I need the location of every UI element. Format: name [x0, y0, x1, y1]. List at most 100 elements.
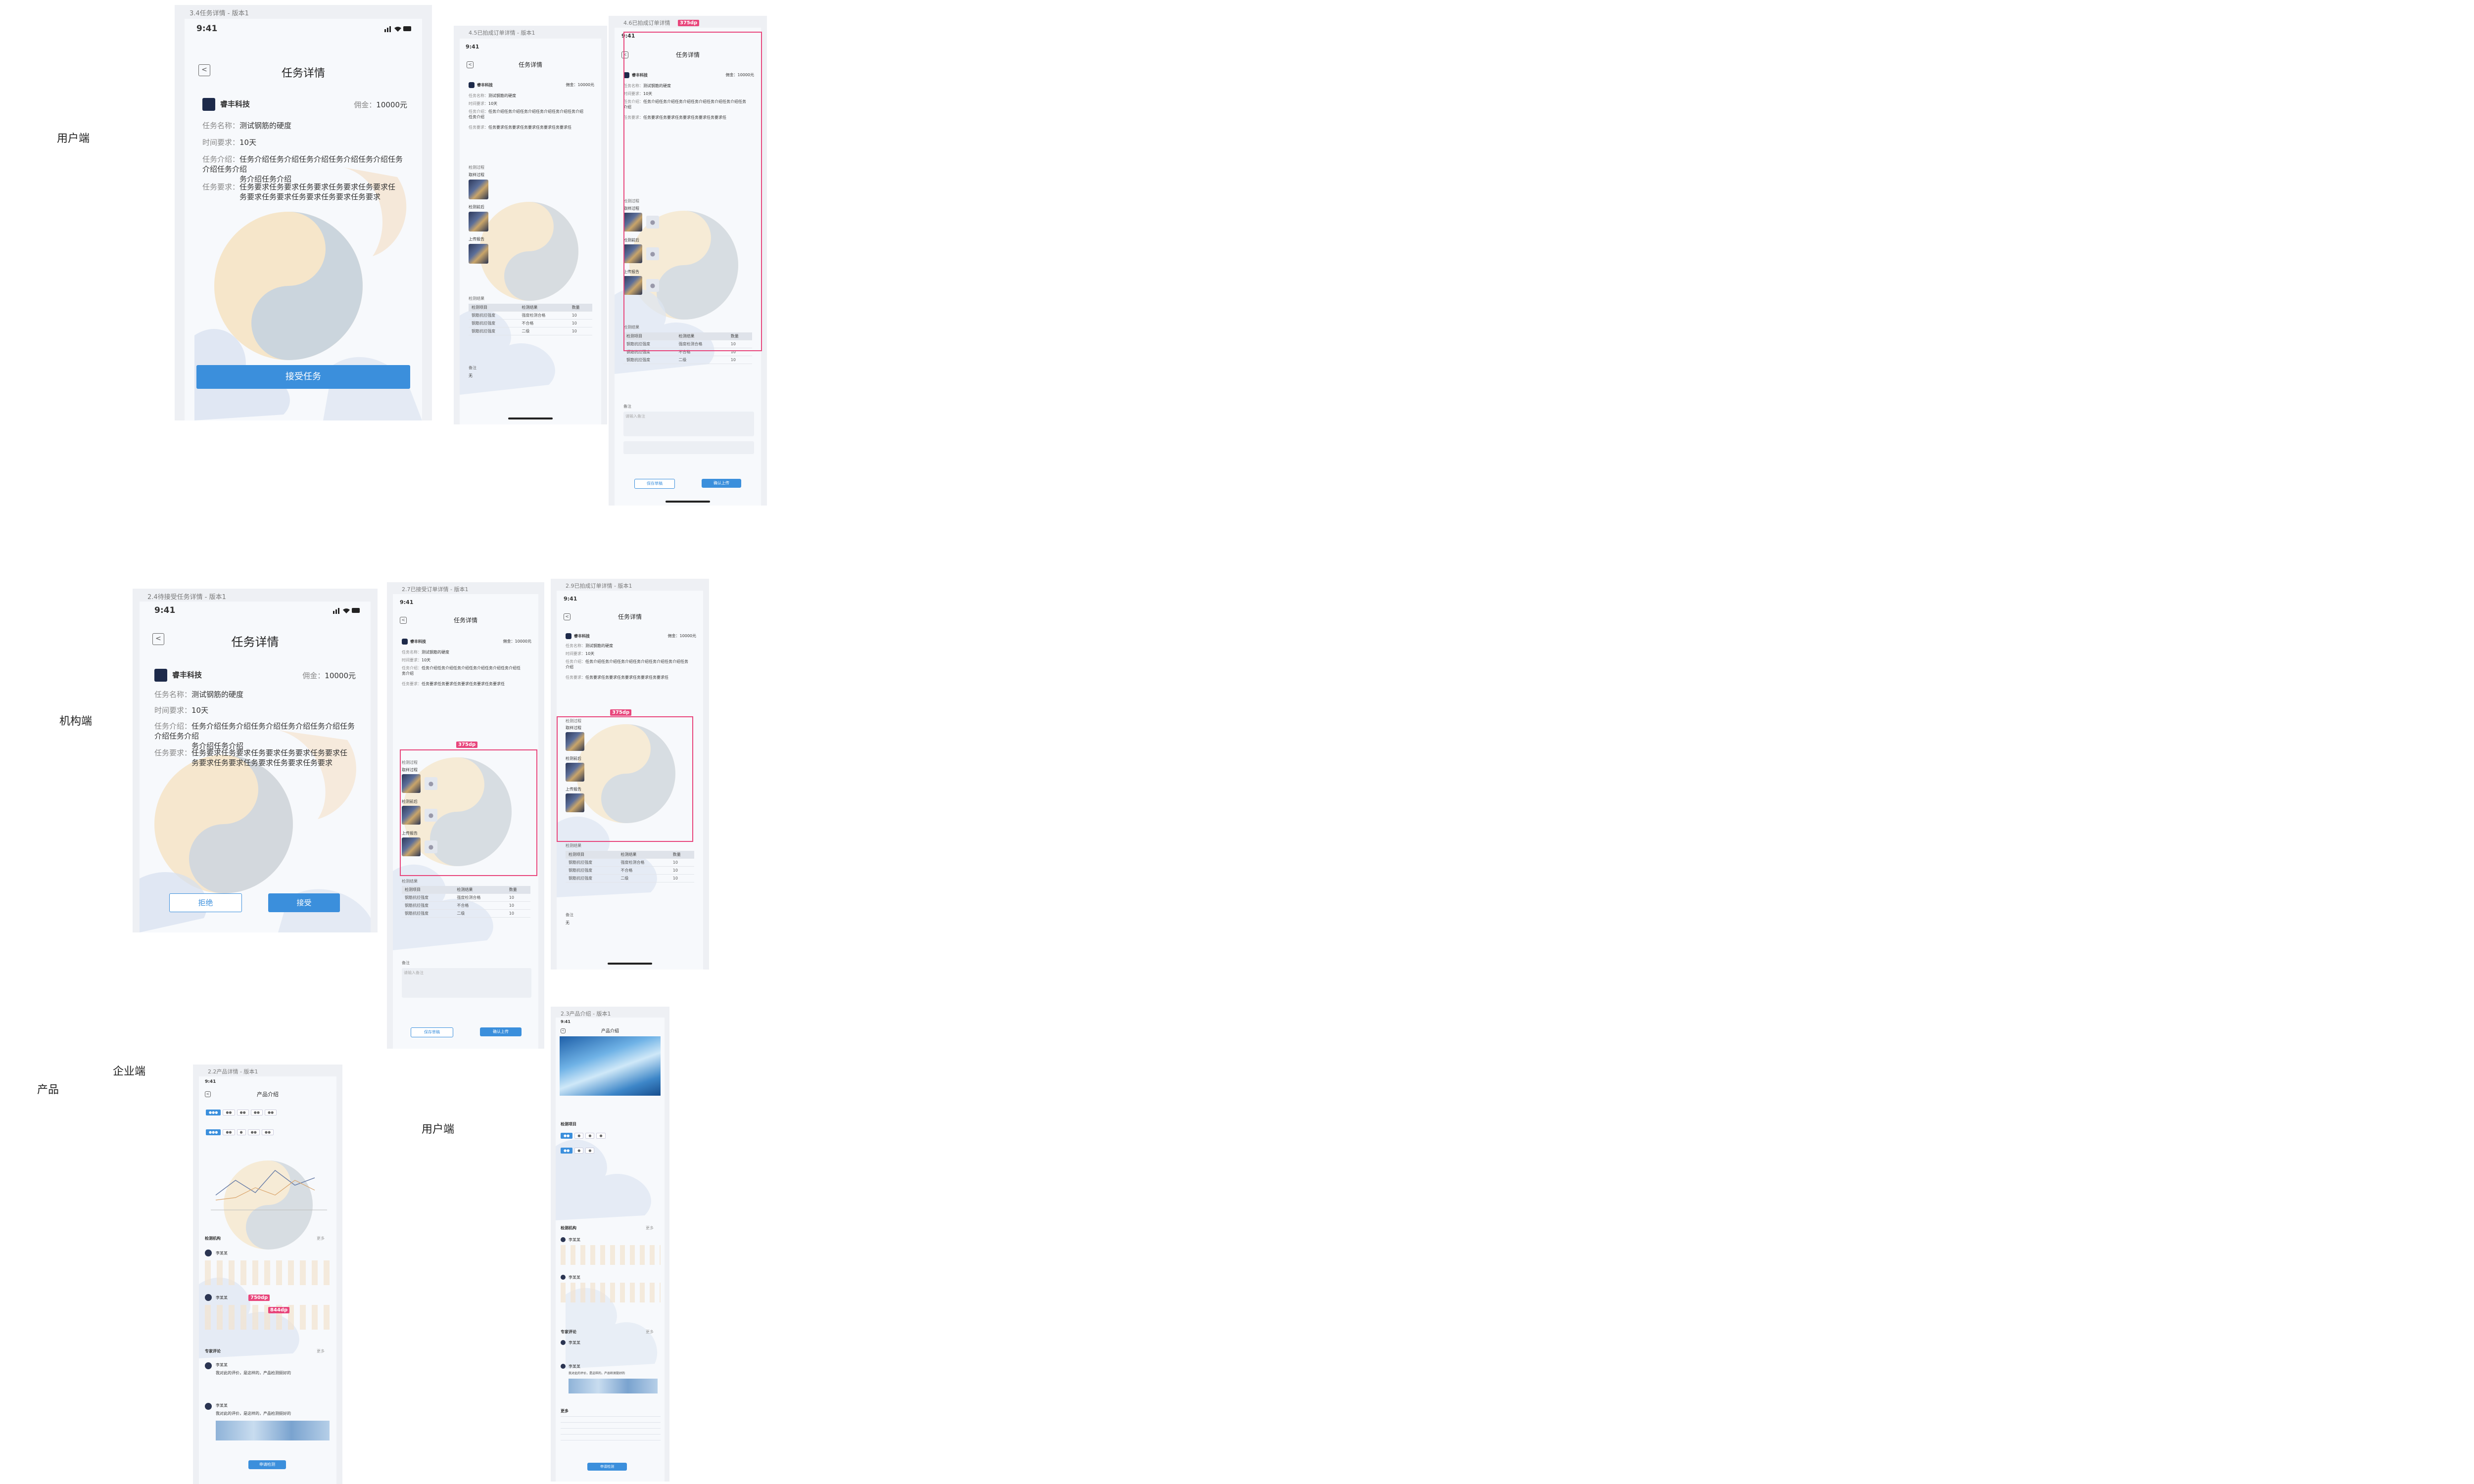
chip[interactable]: ● — [237, 1129, 246, 1135]
save-draft-button[interactable]: 保存草稿 — [634, 479, 675, 489]
table-row: 钢筋抗拉强度 二级 10 — [402, 909, 530, 918]
chip[interactable]: ● — [574, 1148, 584, 1154]
more-link[interactable]: 更多 — [646, 1329, 661, 1335]
photo-thumbnail[interactable] — [469, 212, 488, 232]
company-logo — [566, 633, 571, 639]
chip[interactable]: ●● — [561, 1133, 573, 1139]
phone-screen: 9:41 < 任务详情 睿丰科技 佣金：10000元 任务名称：测试钢筋的硬度 … — [185, 19, 422, 420]
time-req-row: 时间要求：10天 — [469, 101, 586, 106]
page-title: 任务详情 — [281, 67, 325, 80]
confirm-upload-button[interactable]: 确认上传 — [702, 479, 741, 488]
field-label: 任务要求： — [202, 183, 240, 191]
frame-title: 2.9已拍成订单详情 - 版本1 — [566, 583, 632, 589]
task-name-row: 任务名称：测试钢筋的硬度 — [202, 121, 407, 131]
table-cell: 二级 — [675, 356, 728, 364]
chip[interactable]: ●● — [247, 1129, 260, 1135]
table-cell: 钢筋抗拉强度 — [566, 874, 618, 882]
more-link[interactable]: 更多 — [317, 1348, 332, 1354]
status-bar: 9:41 — [205, 1079, 327, 1090]
note-input[interactable]: 请输入备注 — [623, 412, 754, 436]
intro-row: 任务介绍：任务介绍任务介绍任务介绍任务介绍任务介绍任务介绍任务介绍 务介绍任务介绍 — [154, 721, 356, 751]
table-header: 检测项目 — [402, 886, 454, 894]
table-cell: 10 — [669, 858, 694, 867]
commission-label: 佣金： — [302, 671, 325, 680]
company-name: 睿丰科技 — [477, 83, 493, 88]
accept-task-button[interactable]: 接受任务 — [196, 365, 410, 389]
accept-button[interactable]: 接受 — [268, 893, 340, 912]
chip[interactable]: ●● — [261, 1129, 274, 1135]
process-item-label: 检测前后 — [469, 205, 484, 209]
chip[interactable]: ● — [574, 1133, 584, 1139]
chip[interactable]: ●● — [264, 1110, 277, 1115]
chip[interactable]: ● — [585, 1133, 595, 1139]
chip[interactable]: ●● — [223, 1110, 235, 1115]
more-link[interactable]: 更多 — [646, 1225, 661, 1231]
selection-box — [400, 749, 537, 876]
field-label: 任务名称： — [469, 93, 488, 98]
company-row: 睿丰科技 佣金：10000元 — [202, 98, 407, 111]
table-row: 钢筋抗拉强度 不合格 10 — [402, 901, 530, 910]
signal-wifi-battery-icon — [384, 26, 411, 32]
chip[interactable]: ● — [585, 1148, 595, 1154]
phone-screen: 9:41 < 任务详情 睿丰科技 佣金：10000元 任务名称：测试钢筋的硬度 时… — [460, 39, 601, 424]
upload-input[interactable] — [623, 441, 754, 454]
company-name: 睿丰科技 — [172, 670, 202, 680]
table-cell: 钢筋抗拉强度 — [402, 901, 454, 910]
chip[interactable]: ●● — [223, 1129, 235, 1135]
org-heading: 检测机构 — [205, 1236, 221, 1241]
time-req-row: 时间要求：10天 — [154, 705, 356, 715]
commission-value: 10000元 — [376, 100, 407, 109]
save-draft-button[interactable]: 保存草稿 — [411, 1027, 453, 1037]
field-value: 测试钢筋的硬度 — [488, 93, 516, 98]
spec-chip-group: ●●● ●● ●● ●● ●● — [205, 1106, 332, 1116]
apply-test-button[interactable]: 申请检测 — [248, 1460, 286, 1469]
table-header: 检测项目 — [469, 304, 519, 312]
field-label: 任务介绍： — [469, 109, 488, 114]
page-title: 产品介绍 — [601, 1029, 619, 1034]
field-value: 任务要求任务要求任务要求任务要求任务要求任 — [239, 183, 396, 191]
page-title: 任务详情 — [453, 617, 477, 624]
company-logo — [469, 82, 475, 88]
chip[interactable]: ●● — [237, 1110, 249, 1115]
photo-thumbnail[interactable] — [469, 180, 488, 199]
frame-title: 3.4任务详情 - 版本1 — [190, 10, 249, 17]
commission-value: 10000元 — [577, 83, 594, 87]
page-title: 产品介绍 — [257, 1091, 279, 1098]
confirm-upload-button[interactable]: 确认上传 — [480, 1027, 522, 1036]
field-value: 10天 — [422, 658, 431, 662]
task-name-row: 任务名称：测试钢筋的硬度 — [402, 649, 523, 655]
table-cell: 钢筋抗拉强度 — [402, 893, 454, 902]
home-indicator — [608, 963, 652, 965]
chip[interactable]: ●●● — [206, 1110, 221, 1115]
chip[interactable]: ●●● — [206, 1129, 221, 1135]
phone-screen: 9:41 < 产品介绍 ●●● ●● ●● ●● ●● ●●● ●● ● ●● ●● 检测机构 … — [199, 1076, 336, 1484]
spec-chip-group: ●● ● ● — [560, 1144, 661, 1155]
photo-thumbnail[interactable] — [469, 244, 488, 264]
note-input[interactable]: 请输入备注 — [402, 968, 531, 998]
field-label: 任务名称： — [154, 690, 192, 699]
field-value: 10天 — [239, 138, 257, 147]
table-row: 钢筋抗拉强度 二级 10 — [469, 327, 592, 335]
table-cell: 钢筋抗拉强度 — [469, 327, 519, 335]
table-header: 检测项目 — [566, 851, 618, 859]
company-name: 睿丰科技 — [220, 99, 250, 109]
note-value: 无 — [566, 921, 570, 925]
table-header: 检测结果 — [454, 886, 506, 894]
avatar — [205, 1403, 212, 1410]
requirement-row: 任务要求：任务要求任务要求任务要求任务要求任务要求任 — [402, 681, 523, 687]
chip[interactable]: ●● — [250, 1110, 263, 1115]
measure-label: 375dp — [678, 20, 700, 26]
reject-button[interactable]: 拒绝 — [169, 893, 242, 912]
apply-test-button[interactable]: 申请检测 — [587, 1463, 627, 1471]
commission-value: 10000元 — [515, 639, 531, 644]
table-cell: 不合格 — [618, 866, 670, 875]
user-name: 李某某 — [216, 1363, 228, 1367]
chip[interactable]: ●● — [561, 1148, 573, 1154]
more-link[interactable]: 更多 — [317, 1236, 332, 1241]
table-cell: 10 — [669, 866, 694, 875]
chip[interactable]: ● — [596, 1133, 606, 1139]
comment-text: 我对此的评价，是这样的，产品检测挺好的 — [216, 1411, 291, 1416]
requirement-row: 任务要求：任务要求任务要求任务要求任务要求任务要求任 务要求任务要求任务要求任务要… — [202, 182, 407, 202]
calendar-grid — [561, 1283, 661, 1302]
table-cell: 10 — [669, 874, 694, 882]
